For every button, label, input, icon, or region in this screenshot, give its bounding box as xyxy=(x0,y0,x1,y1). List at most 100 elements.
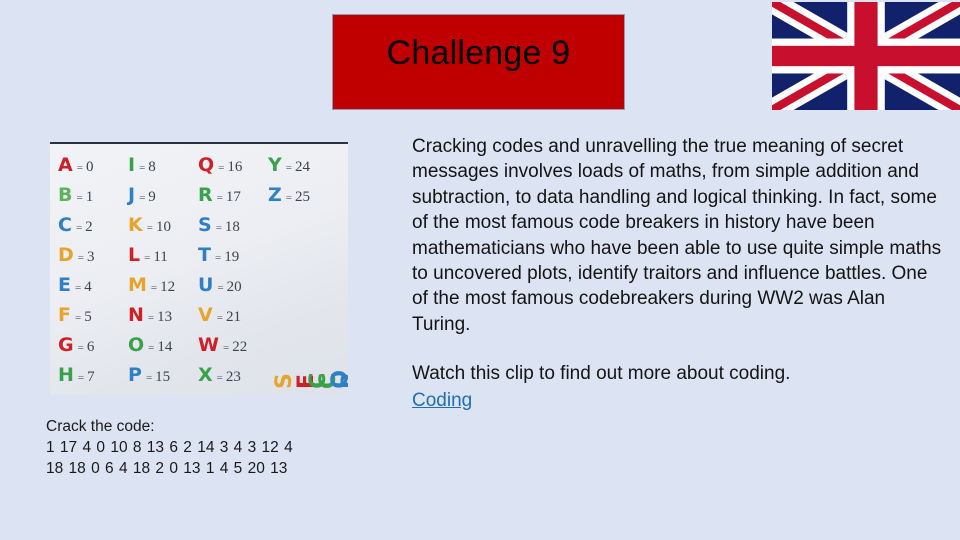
code-sequence-1: 1 17 4 0 10 8 13 6 2 14 3 4 3 12 4 xyxy=(46,439,293,456)
code-number: 2 xyxy=(85,219,93,235)
equals-sign: = xyxy=(76,162,83,174)
code-number: 3 xyxy=(87,249,95,265)
code-entry-f: F = 5 xyxy=(58,300,128,330)
code-letter: R xyxy=(198,184,213,206)
code-number: 8 xyxy=(148,159,156,175)
code-letter: E xyxy=(58,274,71,296)
code-entry-v: V = 21 xyxy=(198,300,268,330)
code-letter: O xyxy=(128,334,145,356)
code-entry-w: W = 22 xyxy=(198,330,268,360)
code-letter: S xyxy=(198,214,212,236)
code-sequence-2: 18 18 0 6 4 18 2 0 13 1 4 5 20 13 xyxy=(46,460,288,477)
body-paragraph: Cracking codes and unravelling the true … xyxy=(412,136,942,335)
code-entry-p: P = 15 xyxy=(128,360,198,390)
equals-sign: = xyxy=(139,162,146,174)
equals-sign: = xyxy=(77,252,84,264)
equals-sign: = xyxy=(215,222,222,234)
code-number: 21 xyxy=(225,309,241,325)
code-letter: J xyxy=(128,184,136,206)
code-number: 22 xyxy=(232,339,248,355)
equals-sign: = xyxy=(217,282,224,294)
title-banner: Challenge 9 xyxy=(332,14,625,110)
code-letter: U xyxy=(198,274,214,296)
code-entry-q: Q = 16 xyxy=(198,150,268,180)
code-entry-b: B = 1 xyxy=(58,180,128,210)
code-number: 4 xyxy=(84,279,92,295)
code-column-1: A = 0 B = 1 C = 2 D = 3 E = 4 F = 5 G = 6 H = 7 xyxy=(58,150,128,395)
code-letter: G xyxy=(58,334,74,356)
code-number: 11 xyxy=(153,249,168,265)
code-letter: B xyxy=(58,184,73,206)
code-number: 24 xyxy=(294,159,310,175)
equals-sign: = xyxy=(77,372,85,384)
equals-sign: = xyxy=(74,312,82,324)
code-entry-d: D = 3 xyxy=(58,240,128,270)
code-entry-h: H = 7 xyxy=(58,360,128,390)
code-letter: H xyxy=(58,364,74,386)
code-entry-k: K = 10 xyxy=(128,210,198,240)
code-number: 23 xyxy=(225,369,241,385)
coding-hyperlink[interactable]: Coding xyxy=(412,388,472,413)
vertical-letter: S xyxy=(272,372,297,389)
code-entry-g: G = 6 xyxy=(58,330,128,360)
code-entry-a: A = 0 xyxy=(58,150,128,180)
equals-sign: = xyxy=(222,342,230,354)
equals-sign: = xyxy=(77,342,84,354)
code-entry-o: O = 14 xyxy=(128,330,198,360)
code-letter: T xyxy=(198,244,211,266)
code-letter: P xyxy=(128,364,142,386)
code-entry-x: X = 23 xyxy=(198,360,268,390)
equals-sign: = xyxy=(214,252,222,264)
code-number: 9 xyxy=(148,189,156,205)
vertical-word-codes: CODES xyxy=(306,369,348,389)
code-letter: I xyxy=(128,154,136,176)
code-entry-c: C = 2 xyxy=(58,210,128,240)
union-jack-flag xyxy=(772,2,960,110)
code-entry-s: S = 18 xyxy=(198,210,268,240)
equals-sign: = xyxy=(76,192,83,204)
code-letter: V xyxy=(198,304,213,326)
code-number: 18 xyxy=(224,219,240,235)
code-number: 5 xyxy=(84,309,92,325)
equals-sign: = xyxy=(75,222,83,234)
code-number: 14 xyxy=(157,339,173,355)
equals-sign: = xyxy=(144,252,151,264)
code-letter: Z xyxy=(268,184,282,206)
code-letter: X xyxy=(198,364,213,386)
equals-sign: = xyxy=(139,192,146,204)
code-entry-i: I = 8 xyxy=(128,150,198,180)
code-number: 1 xyxy=(85,189,94,205)
vertical-letter: C xyxy=(306,371,331,389)
equals-sign: = xyxy=(146,222,153,234)
code-column-4: Y=24Z=25 SECRET CODES xyxy=(268,150,348,395)
code-entry-y: Y = 24 xyxy=(268,150,342,180)
code-number: 20 xyxy=(226,279,242,295)
code-letter: D xyxy=(58,244,74,266)
equals-sign: = xyxy=(147,312,155,324)
watch-clip-paragraph: Watch this clip to find out more about c… xyxy=(412,361,946,413)
equals-sign: = xyxy=(150,282,158,294)
equals-sign: = xyxy=(216,312,223,324)
equals-sign: = xyxy=(285,192,292,204)
secret-code-chart-image: A = 0 B = 1 C = 2 D = 3 E = 4 F = 5 G = 6 H = 7 I = 8 J = 9 K = 10 L = 11 M… xyxy=(50,142,348,395)
crack-the-code-heading: Crack the code: xyxy=(46,418,155,435)
code-number: 16 xyxy=(227,159,243,175)
code-entry-n: N = 13 xyxy=(128,300,198,330)
code-entry-t: T = 19 xyxy=(198,240,268,270)
page-title: Challenge 9 xyxy=(386,34,571,72)
code-number: 13 xyxy=(157,309,173,325)
code-letter: K xyxy=(128,214,143,236)
code-number: 17 xyxy=(225,189,241,205)
equals-sign: = xyxy=(216,192,223,204)
equals-sign: = xyxy=(148,342,155,354)
equals-sign: = xyxy=(74,282,82,294)
equals-sign: = xyxy=(145,372,153,384)
code-entry-j: J = 9 xyxy=(128,180,198,210)
equals-sign: = xyxy=(218,162,225,174)
code-letter: W xyxy=(198,334,219,356)
vertical-letter: O xyxy=(328,369,348,389)
code-number: 7 xyxy=(87,369,95,385)
code-letter: N xyxy=(128,304,144,326)
code-letter: M xyxy=(128,274,147,296)
code-letter: C xyxy=(58,214,72,236)
